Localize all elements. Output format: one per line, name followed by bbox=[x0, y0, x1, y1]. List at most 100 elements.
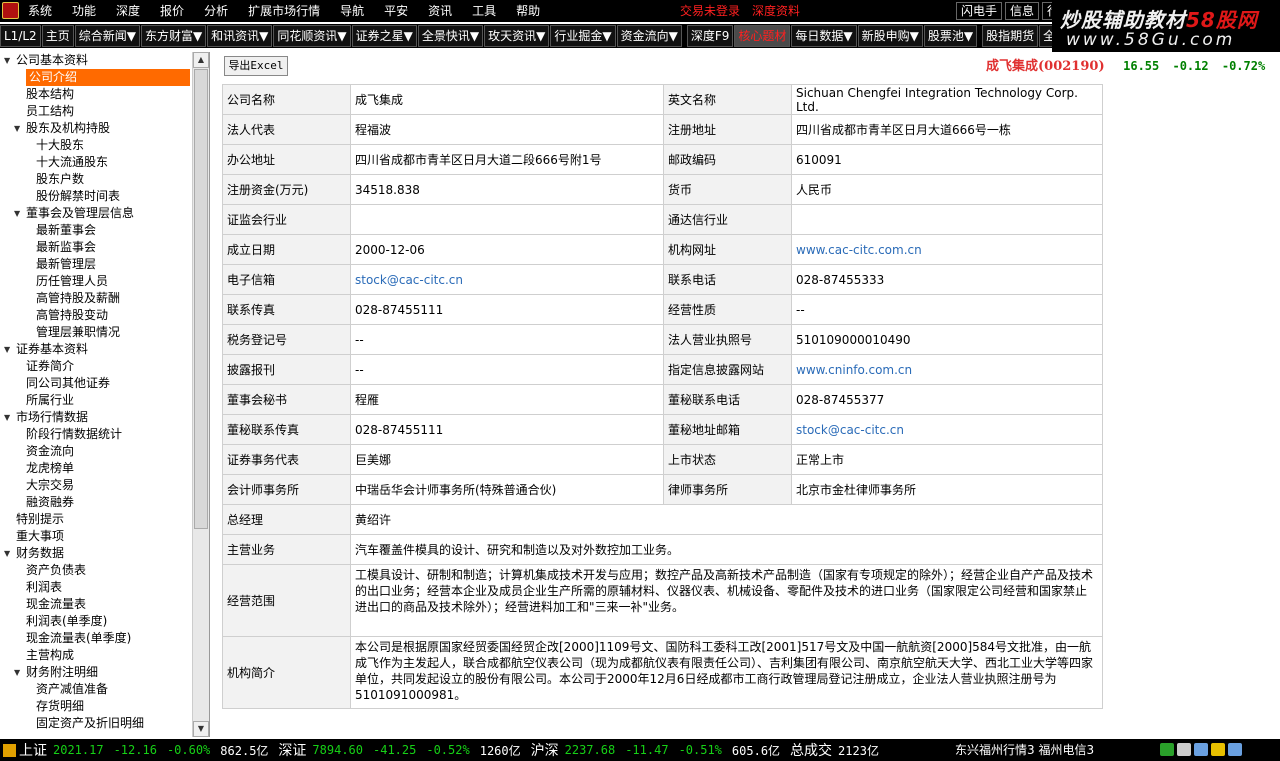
tab-home[interactable]: 主页 bbox=[41, 25, 74, 47]
menu-item-navigation[interactable]: 导航 bbox=[340, 0, 364, 22]
tab-core-theme[interactable]: 核心题材 bbox=[734, 25, 791, 47]
expand-toggle-icon[interactable]: ▼ bbox=[4, 409, 10, 426]
sidebar-item[interactable]: 公司介绍 bbox=[0, 69, 192, 86]
field-value[interactable]: stock@cac-citc.cn bbox=[350, 264, 664, 295]
sidebar-item[interactable]: ▼ 股东及机构持股 bbox=[0, 120, 192, 137]
scroll-down-icon[interactable]: ▼ bbox=[193, 721, 209, 737]
expand-toggle-icon[interactable]: ▼ bbox=[14, 120, 20, 137]
tab-index-futures[interactable]: 股指期货 bbox=[982, 25, 1039, 47]
sidebar-item[interactable]: 大宗交易 bbox=[0, 477, 192, 494]
sidebar-item-label: 存货明细 bbox=[36, 699, 85, 713]
tab-ipo-subscription[interactable]: 新股申购▼ bbox=[857, 25, 923, 47]
sidebar-item[interactable]: 最新监事会 bbox=[0, 239, 192, 256]
sidebar-item[interactable]: ▼ 财务数据 bbox=[0, 545, 192, 562]
sidebar-item[interactable]: 重大事项 bbox=[0, 528, 192, 545]
settings-icon[interactable] bbox=[1228, 743, 1242, 756]
sidebar-item[interactable]: 主营构成 bbox=[0, 647, 192, 664]
field-label: 上市状态 bbox=[663, 444, 792, 475]
sidebar-item[interactable]: 利润表(单季度) bbox=[0, 613, 192, 630]
sidebar-item[interactable]: 股东户数 bbox=[0, 171, 192, 188]
sidebar-item[interactable]: 融资融券 bbox=[0, 494, 192, 511]
info-button[interactable]: 信息 bbox=[1005, 2, 1040, 20]
tab-stock-pool[interactable]: 股票池▼ bbox=[923, 25, 978, 47]
menu-item-depth[interactable]: 深度 bbox=[116, 0, 140, 22]
menu-item-analysis[interactable]: 分析 bbox=[204, 0, 228, 22]
menu-item-function[interactable]: 功能 bbox=[72, 0, 96, 22]
tab-meitian-news[interactable]: 玫天资讯▼ bbox=[484, 25, 550, 47]
sidebar-item[interactable]: 历任管理人员 bbox=[0, 273, 192, 290]
sidebar-item[interactable]: 存货明细 bbox=[0, 698, 192, 715]
sidebar-scrollbar[interactable]: ▲ ▼ bbox=[192, 52, 209, 737]
field-value[interactable]: www.cninfo.com.cn bbox=[791, 354, 1103, 385]
sidebar-item[interactable]: 所属行业 bbox=[0, 392, 192, 409]
sidebar-item[interactable]: 固定资产及折旧明细 bbox=[0, 715, 192, 732]
field-label: 董秘联系传真 bbox=[222, 414, 351, 445]
sidebar-item[interactable]: ▼ 证券基本资料 bbox=[0, 341, 192, 358]
expand-toggle-icon[interactable]: ▼ bbox=[14, 205, 20, 222]
sidebar-item[interactable]: 阶段行情数据统计 bbox=[0, 426, 192, 443]
tab-l1-l2[interactable]: L1/L2 bbox=[0, 25, 41, 47]
sidebar-item[interactable]: 现金流量表 bbox=[0, 596, 192, 613]
sidebar-item[interactable]: 资金流向 bbox=[0, 443, 192, 460]
sidebar-item[interactable]: 高管持股变动 bbox=[0, 307, 192, 324]
sidebar-item[interactable]: ▼ 公司基本资料 bbox=[0, 52, 192, 69]
scroll-thumb[interactable] bbox=[194, 69, 208, 529]
sidebar-item[interactable]: 龙虎榜单 bbox=[0, 460, 192, 477]
connection-icon[interactable] bbox=[1160, 743, 1174, 756]
mail-icon[interactable] bbox=[1194, 743, 1208, 756]
sidebar-item[interactable]: ▼ 董事会及管理层信息 bbox=[0, 205, 192, 222]
menu-item-news[interactable]: 资讯 bbox=[428, 0, 452, 22]
sidebar-item[interactable]: 十大股东 bbox=[0, 137, 192, 154]
sidebar-item[interactable]: 资产减值准备 bbox=[0, 681, 192, 698]
depth-data-link[interactable]: 深度资料 bbox=[752, 0, 800, 22]
sidebar-item[interactable]: 同公司其他证券 bbox=[0, 375, 192, 392]
expand-toggle-icon[interactable]: ▼ bbox=[4, 545, 10, 562]
field-label: 注册地址 bbox=[663, 114, 792, 145]
tab-hexun[interactable]: 和讯资讯▼ bbox=[207, 25, 273, 47]
field-label: 联系电话 bbox=[663, 264, 792, 295]
sidebar-item[interactable]: 资产负债表 bbox=[0, 562, 192, 579]
sidebar-item[interactable]: ▼ 财务附注明细 bbox=[0, 664, 192, 681]
tab-p5w-flash[interactable]: 全景快讯▼ bbox=[417, 25, 484, 47]
expand-toggle-icon[interactable]: ▼ bbox=[4, 52, 10, 69]
tab-general-news[interactable]: 综合新闻▼ bbox=[74, 25, 140, 47]
tab-fund-flow[interactable]: 资金流向▼ bbox=[616, 25, 682, 47]
menu-item-help[interactable]: 帮助 bbox=[516, 0, 540, 22]
sidebar-item[interactable]: ▼ 市场行情数据 bbox=[0, 409, 192, 426]
menu-item-quote[interactable]: 报价 bbox=[160, 0, 184, 22]
sidebar-item[interactable]: 证券简介 bbox=[0, 358, 192, 375]
tab-10jqka[interactable]: 同花顺资讯▼ bbox=[273, 25, 351, 47]
expand-toggle-icon[interactable]: ▼ bbox=[14, 664, 20, 681]
field-value[interactable]: stock@cac-citc.cn bbox=[791, 414, 1103, 445]
menu-item-pingan[interactable]: 平安 bbox=[384, 0, 408, 22]
menu-item-extended-market[interactable]: 扩展市场行情 bbox=[248, 0, 320, 22]
hs-index-change: -11.47 bbox=[625, 743, 669, 757]
sidebar-item[interactable]: 员工结构 bbox=[0, 103, 192, 120]
sidebar-item[interactable]: 最新董事会 bbox=[0, 222, 192, 239]
sidebar-item[interactable]: 现金流量表(单季度) bbox=[0, 630, 192, 647]
tab-eastmoney[interactable]: 东方财富▼ bbox=[140, 25, 207, 47]
field-value[interactable]: www.cac-citc.com.cn bbox=[791, 234, 1103, 265]
menu-item-system[interactable]: 系统 bbox=[28, 0, 52, 22]
sidebar-item[interactable]: 股本结构 bbox=[0, 86, 192, 103]
flash-trade-button[interactable]: 闪电手 bbox=[956, 2, 1003, 20]
sidebar-item[interactable]: 特别提示 bbox=[0, 511, 192, 528]
sidebar-item[interactable]: 最新管理层 bbox=[0, 256, 192, 273]
tab-stockstar[interactable]: 证券之星▼ bbox=[351, 25, 417, 47]
tab-depth-f9[interactable]: 深度F9 bbox=[686, 25, 734, 47]
sidebar-item[interactable]: 十大流通股东 bbox=[0, 154, 192, 171]
tab-daily-data[interactable]: 每日数据▼ bbox=[791, 25, 857, 47]
sidebar-item[interactable]: 高管持股及薪酬 bbox=[0, 290, 192, 307]
trade-login-link[interactable]: 交易未登录 bbox=[680, 0, 740, 22]
alert-icon[interactable] bbox=[1211, 743, 1225, 756]
server-info[interactable]: 东兴福州行情3 福州电信3 bbox=[955, 739, 1094, 761]
scroll-up-icon[interactable]: ▲ bbox=[193, 52, 209, 68]
menu-item-tools[interactable]: 工具 bbox=[472, 0, 496, 22]
sidebar-item[interactable]: 利润表 bbox=[0, 579, 192, 596]
expand-toggle-icon[interactable]: ▼ bbox=[4, 341, 10, 358]
tab-industry-gold[interactable]: 行业掘金▼ bbox=[550, 25, 616, 47]
sidebar-item[interactable]: 股份解禁时间表 bbox=[0, 188, 192, 205]
message-icon[interactable] bbox=[1177, 743, 1191, 756]
sidebar-item[interactable]: 管理层兼职情况 bbox=[0, 324, 192, 341]
export-excel-button[interactable]: 导出Excel bbox=[224, 56, 288, 76]
